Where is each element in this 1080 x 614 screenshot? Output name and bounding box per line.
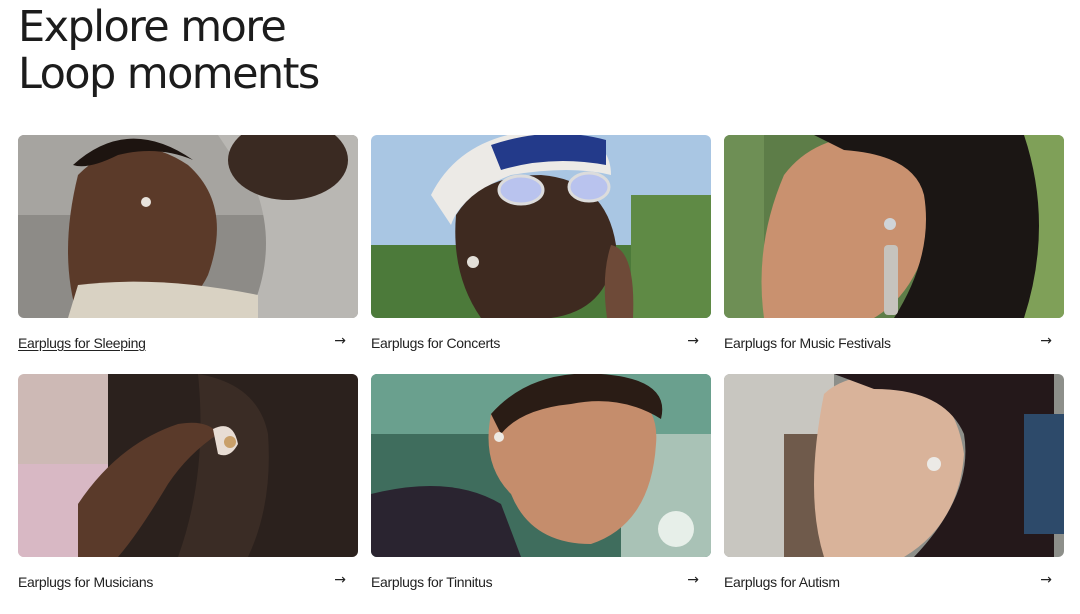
arrow-right-icon[interactable]: → [334, 572, 346, 588]
card-label[interactable]: Earplugs for Tinnitus [371, 574, 493, 590]
card-earplugs-autism[interactable]: Earplugs for Autism → [724, 374, 1064, 596]
card-earplugs-sleeping[interactable]: Earplugs for Sleeping → [18, 135, 358, 357]
arrow-right-icon[interactable]: → [334, 333, 346, 349]
section-heading: Explore more Loop moments [18, 2, 320, 99]
young-man-looking-down-photo [371, 374, 711, 557]
arrow-right-icon[interactable]: → [687, 333, 699, 349]
man-cap-glasses-photo [371, 135, 711, 318]
arrow-right-icon[interactable]: → [687, 572, 699, 588]
card-label[interactable]: Earplugs for Concerts [371, 335, 500, 351]
card-earplugs-concerts[interactable]: Earplugs for Concerts → [371, 135, 711, 357]
card-earplugs-tinnitus[interactable]: Earplugs for Tinnitus → [371, 374, 711, 596]
woman-side-profile-photo [724, 374, 1064, 557]
hand-inserting-earplug-photo [18, 374, 358, 557]
arrow-right-icon[interactable]: → [1040, 572, 1052, 588]
couple-sleeping-photo [18, 135, 358, 318]
card-earplugs-music-festivals[interactable]: Earplugs for Music Festivals → [724, 135, 1064, 357]
card-label[interactable]: Earplugs for Autism [724, 574, 840, 590]
card-label[interactable]: Earplugs for Sleeping [18, 335, 146, 351]
heading-line-2: Loop moments [18, 49, 320, 99]
heading-line-1: Explore more [18, 2, 287, 52]
woman-braid-earring-photo [724, 135, 1064, 318]
card-earplugs-musicians[interactable]: Earplugs for Musicians → [18, 374, 358, 596]
card-label[interactable]: Earplugs for Music Festivals [724, 335, 891, 351]
arrow-right-icon[interactable]: → [1040, 333, 1052, 349]
card-label[interactable]: Earplugs for Musicians [18, 574, 153, 590]
